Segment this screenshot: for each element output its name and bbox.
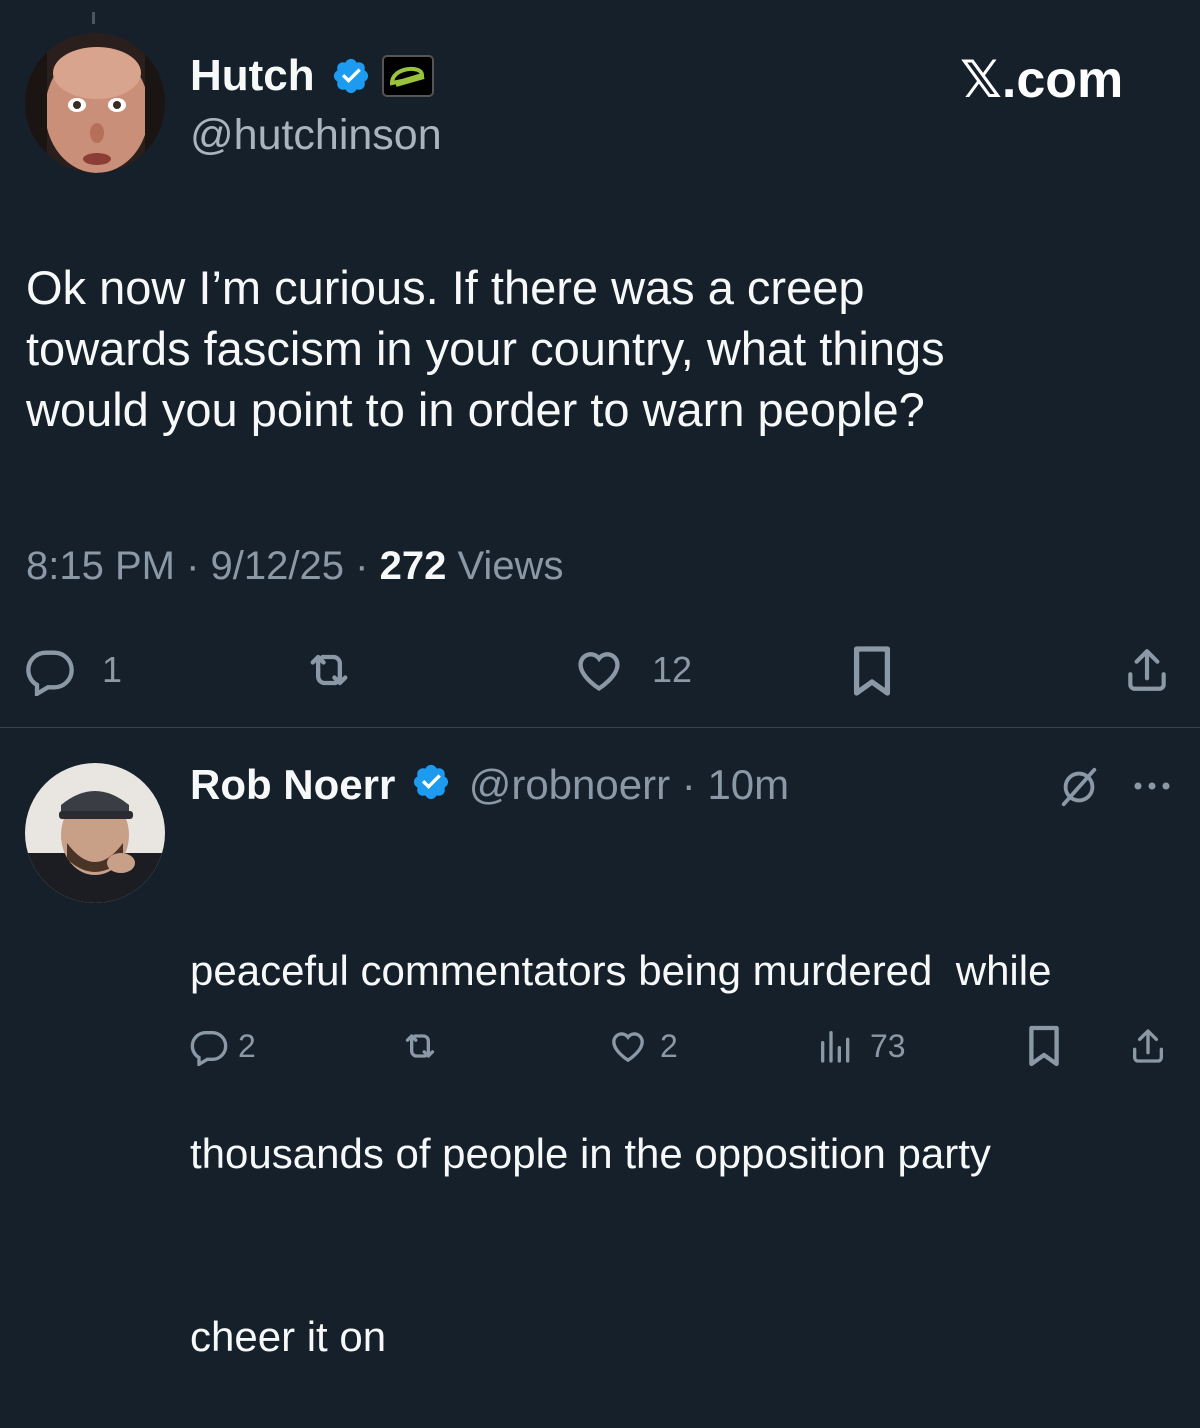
reply-like-button[interactable]: 2 <box>606 1026 678 1066</box>
robnoerr-display-name[interactable]: Rob Noerr <box>190 761 395 808</box>
hutch-display-name[interactable]: Hutch <box>190 50 315 102</box>
robnoerr-avatar[interactable] <box>25 763 165 903</box>
tweet-text-line: towards fascism in your country, what th… <box>26 322 945 375</box>
like-icon <box>572 644 626 696</box>
share-button[interactable] <box>1122 644 1172 696</box>
bookmark-button[interactable] <box>850 644 894 698</box>
tweet-text-line: thousands of people in the opposition pa… <box>190 1130 991 1177</box>
tweet-text-line: cheer it on <box>190 1313 387 1360</box>
tweet-meta-row: 8:15 PM · 9/12/25 · 272 Views <box>26 542 563 590</box>
tweet-date[interactable]: 9/12/25 <box>211 544 344 588</box>
optic-affiliate-badge-icon <box>382 55 434 97</box>
like-button[interactable]: 12 <box>572 644 692 696</box>
views-count: 272 <box>379 544 447 588</box>
grok-icon[interactable] <box>1056 764 1102 810</box>
main-tweet-text: Ok now I’m curious. If there was a creep… <box>26 257 1176 440</box>
reply-time-ago[interactable]: 10m <box>707 761 789 808</box>
share-icon <box>1122 644 1172 696</box>
reply-icon <box>24 644 76 696</box>
reply-tweet-text: peaceful commentators being murdered whi… <box>190 818 1190 1428</box>
meta-separator: · <box>681 761 696 808</box>
tweet-divider <box>0 727 1200 728</box>
verified-badge-icon <box>331 56 371 96</box>
scroll-tick <box>92 12 95 24</box>
meta-separator: · <box>355 544 369 588</box>
robnoerr-handle[interactable]: @robnoerr <box>469 761 670 808</box>
more-icon[interactable] <box>1130 774 1174 798</box>
reply-header: Rob Noerr @robnoerr · 10m <box>190 760 789 813</box>
x-com-watermark: 𝕏.com <box>960 51 1124 109</box>
reply-like-count: 2 <box>660 1027 678 1064</box>
hutch-handle[interactable]: @hutchinson <box>190 110 442 160</box>
reply-bookmark-button[interactable] <box>1026 1024 1062 1068</box>
tweet-time[interactable]: 8:15 PM <box>26 544 175 588</box>
bookmark-icon <box>850 644 894 698</box>
reply-reply-count: 2 <box>238 1027 256 1064</box>
reply-retweet-button[interactable] <box>396 1026 444 1066</box>
meta-separator: · <box>186 544 200 588</box>
like-count: 12 <box>652 649 693 690</box>
reply-analytics-button[interactable]: 73 <box>816 1026 906 1066</box>
bookmark-icon <box>1026 1024 1062 1068</box>
share-icon <box>1128 1026 1168 1066</box>
analytics-icon <box>816 1026 856 1066</box>
tweet-text-line: would you point to in order to warn peop… <box>26 383 925 436</box>
reply-count: 1 <box>102 649 123 690</box>
verified-badge-icon <box>411 762 451 813</box>
reply-button[interactable]: 1 <box>24 644 122 696</box>
hutch-avatar[interactable] <box>25 33 165 173</box>
reply-icon <box>188 1026 230 1066</box>
retweet-icon <box>300 644 358 696</box>
tweet-text-line: peaceful commentators being murdered whi… <box>190 947 1052 994</box>
retweet-button[interactable] <box>300 644 358 696</box>
views-label: Views <box>457 544 564 588</box>
retweet-icon <box>396 1026 444 1066</box>
reply-reply-button[interactable]: 2 <box>188 1026 256 1066</box>
reply-views-count: 73 <box>870 1027 906 1064</box>
like-icon <box>606 1026 650 1066</box>
reply-share-button[interactable] <box>1128 1026 1168 1066</box>
tweet-text-line: Ok now I’m curious. If there was a creep <box>26 261 865 314</box>
